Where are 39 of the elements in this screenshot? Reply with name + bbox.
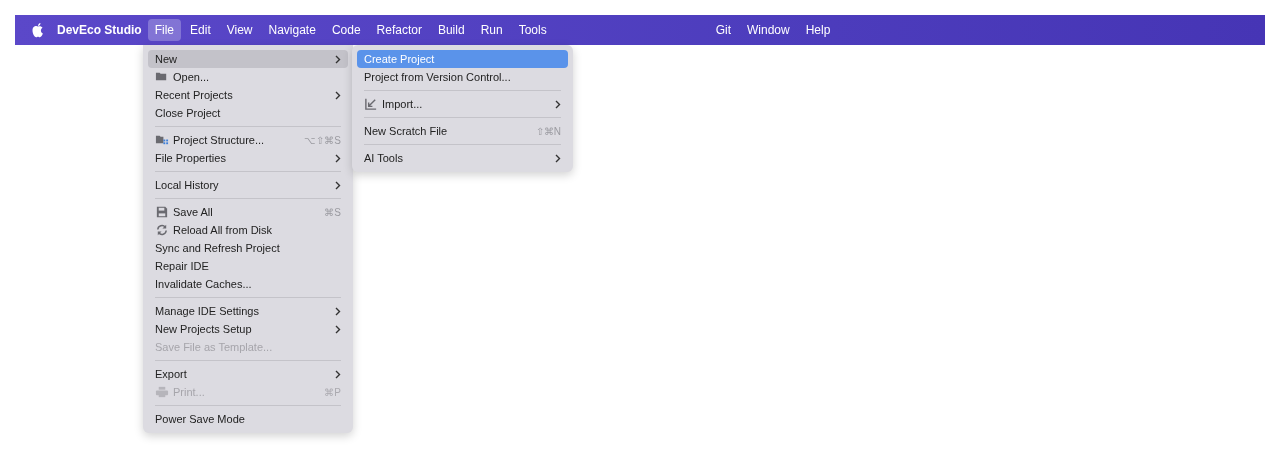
menu-title[interactable]: Build	[430, 19, 472, 41]
menu-item[interactable]: Invalidate Caches...	[148, 275, 348, 293]
save-icon	[155, 205, 169, 219]
menu-item[interactable]: Export	[148, 365, 348, 383]
menu-item[interactable]: Manage IDE Settings	[148, 302, 348, 320]
menu-item[interactable]: New Projects Setup	[148, 320, 348, 338]
menu-item[interactable]: Power Save Mode	[148, 410, 348, 428]
menu-item[interactable]: Close Project	[148, 104, 348, 122]
menu-title[interactable]: Refactor	[369, 19, 429, 41]
menu-title[interactable]: Window	[740, 19, 797, 41]
menu-title[interactable]: Help	[798, 19, 838, 41]
menu-title[interactable]: File	[147, 19, 182, 41]
menu-title[interactable]: Tools	[511, 19, 554, 41]
import-arrow-icon	[364, 97, 378, 111]
menu-item[interactable]: Local History	[148, 176, 348, 194]
menu-title[interactable]: Edit	[183, 19, 218, 41]
menu-title[interactable]: Run	[473, 19, 510, 41]
menu-item[interactable]: Project from Version Control...	[357, 68, 568, 86]
menu-item[interactable]: Open...	[148, 68, 348, 86]
printer-icon	[155, 385, 169, 399]
menu-item[interactable]: Sync and Refresh Project	[148, 239, 348, 257]
menu-item[interactable]: New	[148, 50, 348, 68]
reload-icon	[155, 223, 169, 237]
menu-title[interactable]: Code	[324, 19, 368, 41]
menu-item[interactable]: AI Tools	[357, 149, 568, 167]
apple-icon[interactable]	[31, 22, 45, 38]
menu-title[interactable]: Git	[708, 19, 738, 41]
menu-item[interactable]: Reload All from Disk	[148, 221, 348, 239]
menu-title[interactable]: View	[219, 19, 260, 41]
menu-item[interactable]: File Properties	[148, 149, 348, 167]
menu-item[interactable]: Recent Projects	[148, 86, 348, 104]
menu-item[interactable]: Project Structure... ⌥⇧⌘S	[148, 131, 348, 149]
menu-item[interactable]: Import...	[357, 95, 568, 113]
folder-grid-icon	[155, 133, 169, 147]
menu-item[interactable]: Repair IDE	[148, 257, 348, 275]
menu-item[interactable]: Save All ⌘S	[148, 203, 348, 221]
app-name[interactable]: DevEco Studio	[57, 23, 142, 37]
menu-item[interactable]: New Scratch File ⇧⌘N	[357, 122, 568, 140]
menu-title[interactable]: Navigate	[261, 19, 323, 41]
